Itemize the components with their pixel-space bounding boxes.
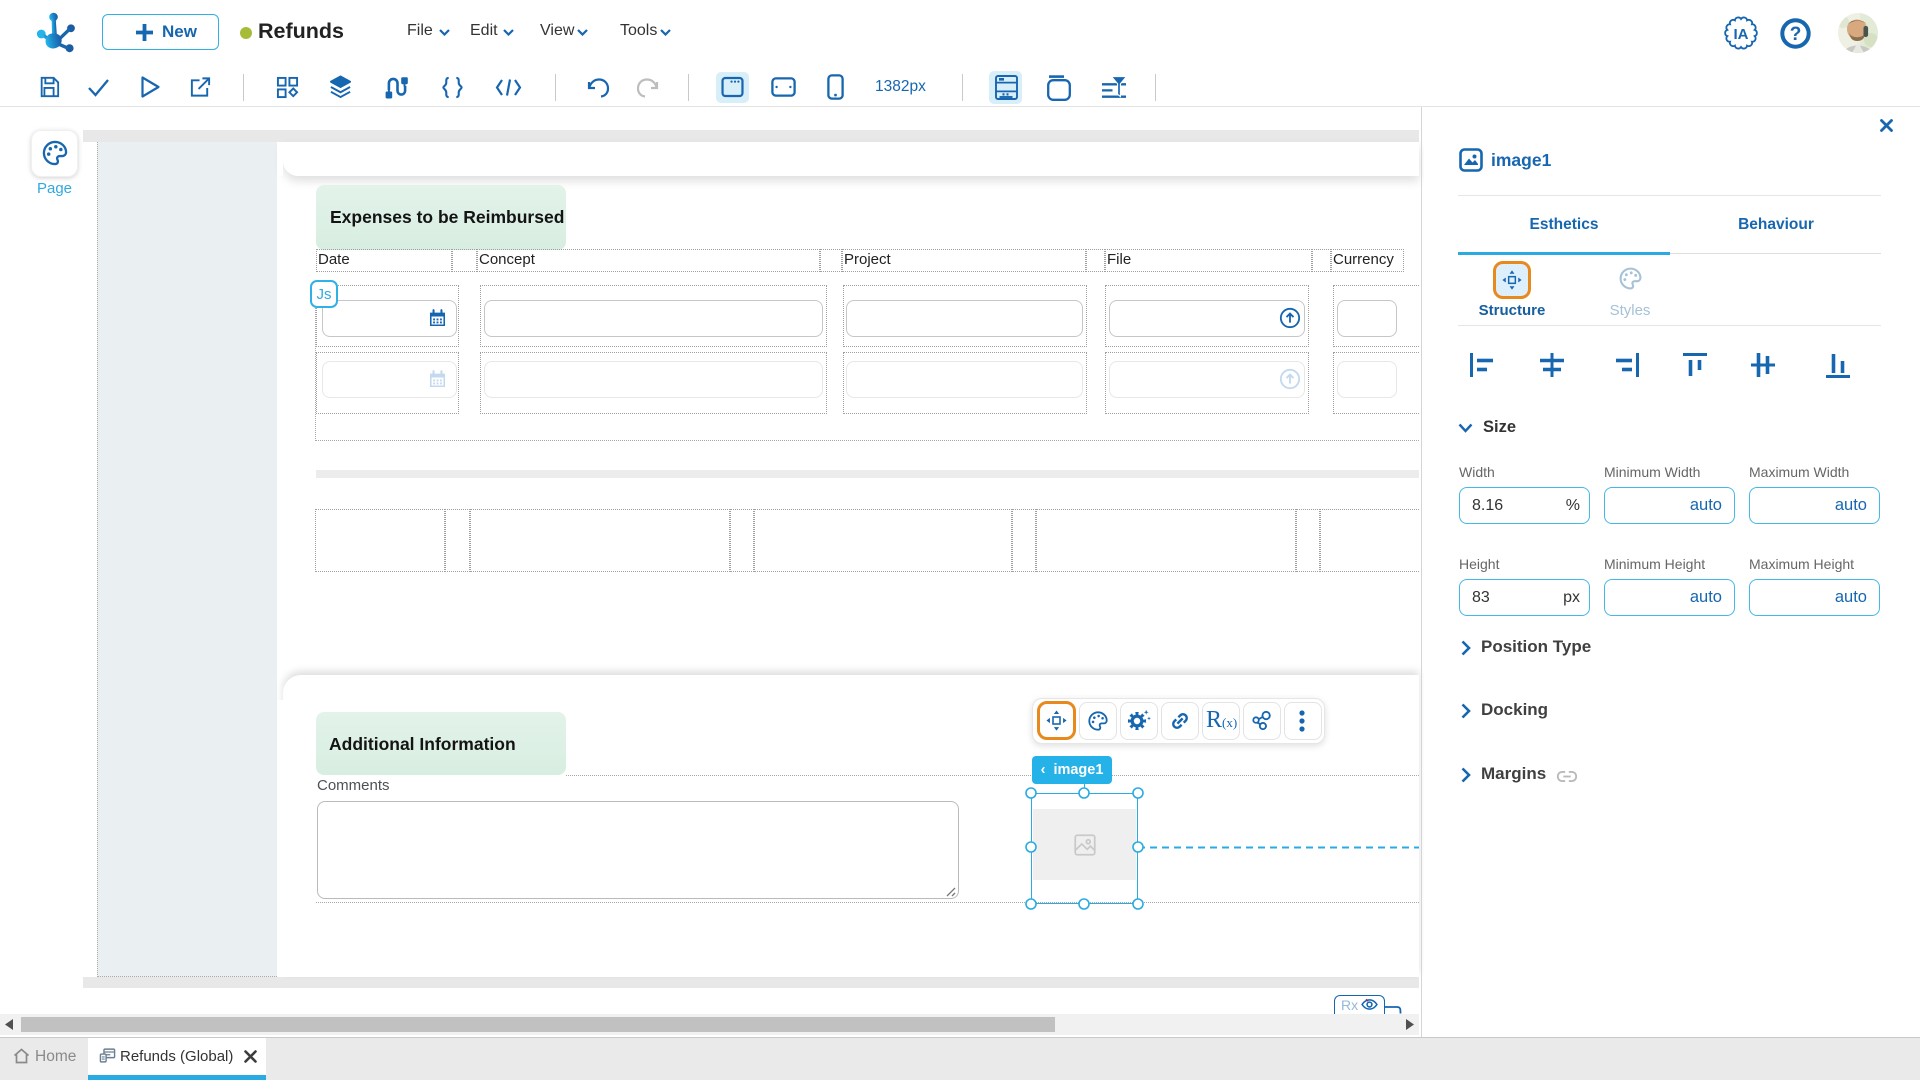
svg-text:IA: IA	[1734, 26, 1749, 43]
svg-text:?: ?	[1790, 24, 1802, 45]
